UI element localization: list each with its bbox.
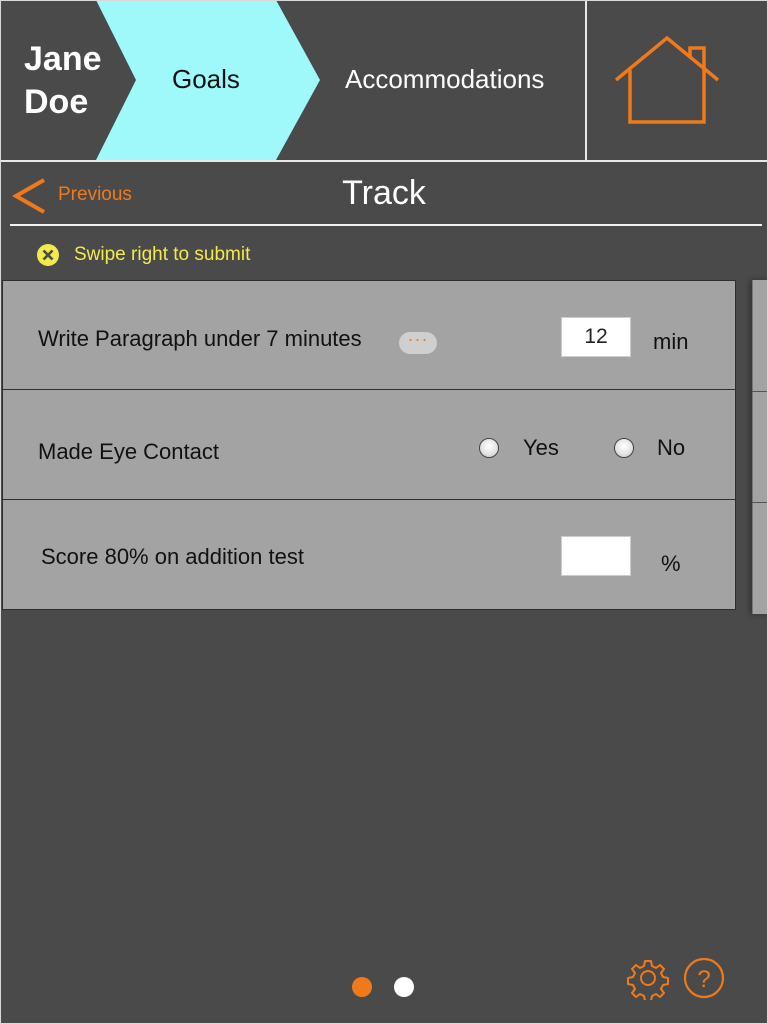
page-title: Track: [342, 174, 426, 212]
radio-no[interactable]: [614, 438, 634, 458]
peek-divider: [752, 502, 768, 503]
goal-row: Score 80% on addition test %: [2, 500, 736, 610]
goal-label: Score 80% on addition test: [41, 544, 304, 569]
header-bar: Jane Doe Goals Accommodations: [0, 0, 768, 162]
svg-text:?: ?: [697, 966, 710, 993]
next-page-peek[interactable]: [752, 280, 768, 614]
page-indicator: [352, 977, 422, 999]
home-button[interactable]: [587, 0, 768, 160]
radio-yes[interactable]: [479, 438, 499, 458]
home-icon: [614, 35, 720, 124]
close-circle-icon[interactable]: [36, 243, 60, 267]
settings-button[interactable]: [626, 956, 670, 1002]
help-button[interactable]: ?: [682, 956, 726, 1000]
page-dot[interactable]: [394, 977, 414, 997]
student-first-name: Jane: [24, 40, 102, 78]
peek-divider: [752, 391, 768, 392]
gear-icon: [627, 960, 669, 1002]
student-name: Jane Doe: [24, 38, 102, 124]
radio-yes-label: Yes: [523, 435, 559, 460]
radio-no-label: No: [657, 435, 686, 460]
tab-goals-label: Goals: [172, 64, 240, 94]
page-dot-active[interactable]: [352, 977, 372, 997]
swipe-notice-text: Swipe right to submit: [74, 244, 251, 265]
unit-label: %: [661, 551, 681, 576]
unit-label: min: [653, 329, 689, 354]
goal-label: Made Eye Contact: [38, 439, 219, 464]
minutes-input[interactable]: 12: [561, 317, 631, 357]
goal-row: Made Eye Contact Yes No: [2, 390, 736, 500]
goal-row: Write Paragraph under 7 minutes ··· 12 m…: [2, 280, 736, 390]
percent-input[interactable]: [561, 536, 631, 576]
student-last-name: Doe: [24, 83, 89, 121]
more-button[interactable]: ···: [399, 330, 437, 354]
tab-accommodations[interactable]: Accommodations: [345, 64, 544, 95]
goal-list: Write Paragraph under 7 minutes ··· 12 m…: [2, 280, 736, 610]
divider: [10, 224, 762, 226]
help-icon: ?: [683, 957, 725, 999]
goal-label: Write Paragraph under 7 minutes: [38, 326, 362, 351]
